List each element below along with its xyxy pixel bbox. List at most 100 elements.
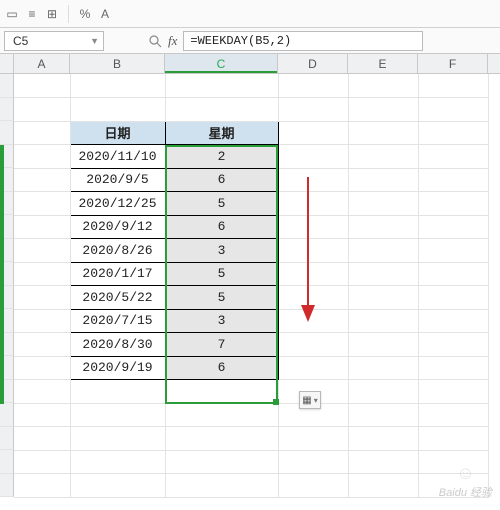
cell[interactable] — [418, 286, 488, 310]
cell[interactable] — [14, 121, 70, 145]
table-cell-weekday[interactable]: 5 — [165, 262, 278, 286]
cell[interactable] — [14, 427, 70, 451]
row-header[interactable] — [0, 403, 14, 427]
cell[interactable] — [348, 450, 418, 474]
row-header[interactable] — [0, 450, 14, 474]
cell[interactable] — [14, 262, 70, 286]
cell[interactable] — [14, 474, 70, 498]
cell[interactable] — [278, 262, 348, 286]
cell[interactable] — [278, 309, 348, 333]
cell[interactable] — [278, 168, 348, 192]
cell[interactable] — [348, 98, 418, 122]
table-cell-date[interactable]: 2020/8/26 — [70, 239, 165, 263]
table-header-date[interactable]: 日期 — [70, 121, 165, 145]
cell[interactable] — [418, 309, 488, 333]
col-header-A[interactable]: A — [14, 54, 70, 73]
cell[interactable] — [70, 74, 165, 98]
cell[interactable] — [14, 98, 70, 122]
cell[interactable] — [278, 286, 348, 310]
cell[interactable] — [418, 74, 488, 98]
cell[interactable] — [278, 333, 348, 357]
search-icon[interactable] — [148, 34, 162, 48]
cell[interactable] — [418, 215, 488, 239]
cell[interactable] — [278, 474, 348, 498]
cell[interactable] — [165, 380, 278, 404]
cell[interactable] — [348, 286, 418, 310]
cell[interactable] — [165, 74, 278, 98]
col-header-E[interactable]: E — [348, 54, 418, 73]
table-cell-date[interactable]: 2020/9/19 — [70, 356, 165, 380]
table-cell-date[interactable]: 2020/9/12 — [70, 215, 165, 239]
table-cell-weekday[interactable]: 2 — [165, 145, 278, 169]
row-header[interactable] — [0, 74, 14, 98]
table-cell-weekday[interactable]: 6 — [165, 356, 278, 380]
cell[interactable] — [278, 356, 348, 380]
col-header-B[interactable]: B — [70, 54, 165, 73]
cell[interactable] — [278, 192, 348, 216]
cell[interactable] — [278, 215, 348, 239]
cell[interactable] — [14, 168, 70, 192]
row-header[interactable] — [0, 98, 14, 122]
formula-input[interactable]: =WEEKDAY(B5,2) — [183, 31, 423, 51]
cell[interactable] — [418, 403, 488, 427]
cell[interactable] — [278, 239, 348, 263]
cell[interactable] — [348, 356, 418, 380]
table-cell-weekday[interactable]: 3 — [165, 309, 278, 333]
cell[interactable] — [418, 239, 488, 263]
table-cell-date[interactable]: 2020/1/17 — [70, 262, 165, 286]
fx-icon[interactable]: fx — [168, 33, 177, 49]
cell[interactable] — [348, 333, 418, 357]
cell[interactable] — [348, 121, 418, 145]
col-header-F[interactable]: F — [418, 54, 488, 73]
col-header-C[interactable]: C — [165, 54, 278, 73]
cell[interactable] — [165, 98, 278, 122]
chevron-down-icon[interactable]: ▼ — [90, 36, 99, 46]
cell[interactable] — [418, 192, 488, 216]
cell[interactable] — [14, 403, 70, 427]
cell[interactable] — [418, 427, 488, 451]
table-cell-date[interactable]: 2020/9/5 — [70, 168, 165, 192]
cell[interactable] — [14, 145, 70, 169]
cell[interactable] — [348, 403, 418, 427]
cell[interactable] — [348, 74, 418, 98]
cell[interactable] — [348, 427, 418, 451]
row-header[interactable] — [0, 427, 14, 451]
cell[interactable] — [418, 474, 488, 498]
cell[interactable] — [418, 121, 488, 145]
cell[interactable] — [278, 427, 348, 451]
tb-icon-4[interactable]: % — [77, 6, 93, 22]
cell[interactable] — [348, 192, 418, 216]
cell[interactable] — [418, 450, 488, 474]
cell[interactable] — [70, 474, 165, 498]
cell[interactable] — [14, 215, 70, 239]
cell[interactable] — [14, 239, 70, 263]
cell[interactable] — [278, 121, 348, 145]
row-header[interactable] — [0, 474, 14, 498]
cell[interactable] — [165, 427, 278, 451]
tb-icon-3[interactable]: ⊞ — [44, 6, 60, 22]
cell[interactable] — [418, 262, 488, 286]
table-cell-date[interactable]: 2020/11/10 — [70, 145, 165, 169]
cell[interactable] — [418, 168, 488, 192]
cell[interactable] — [418, 380, 488, 404]
table-cell-date[interactable]: 2020/12/25 — [70, 192, 165, 216]
table-cell-weekday[interactable]: 6 — [165, 168, 278, 192]
cell[interactable] — [14, 380, 70, 404]
table-cell-weekday[interactable]: 5 — [165, 286, 278, 310]
cell[interactable] — [278, 145, 348, 169]
cell[interactable] — [14, 309, 70, 333]
tb-icon-5[interactable]: A — [97, 6, 113, 22]
table-header-weekday[interactable]: 星期 — [165, 121, 278, 145]
tb-icon-2[interactable]: ≡ — [24, 6, 40, 22]
cell[interactable] — [278, 450, 348, 474]
cell[interactable] — [348, 262, 418, 286]
select-all-corner[interactable] — [0, 54, 14, 73]
table-cell-weekday[interactable]: 3 — [165, 239, 278, 263]
cell[interactable] — [14, 450, 70, 474]
cell[interactable] — [418, 145, 488, 169]
cell[interactable] — [348, 474, 418, 498]
cell[interactable] — [70, 450, 165, 474]
tb-icon-1[interactable]: ▭ — [4, 6, 20, 22]
cell[interactable] — [70, 427, 165, 451]
cell[interactable] — [70, 98, 165, 122]
